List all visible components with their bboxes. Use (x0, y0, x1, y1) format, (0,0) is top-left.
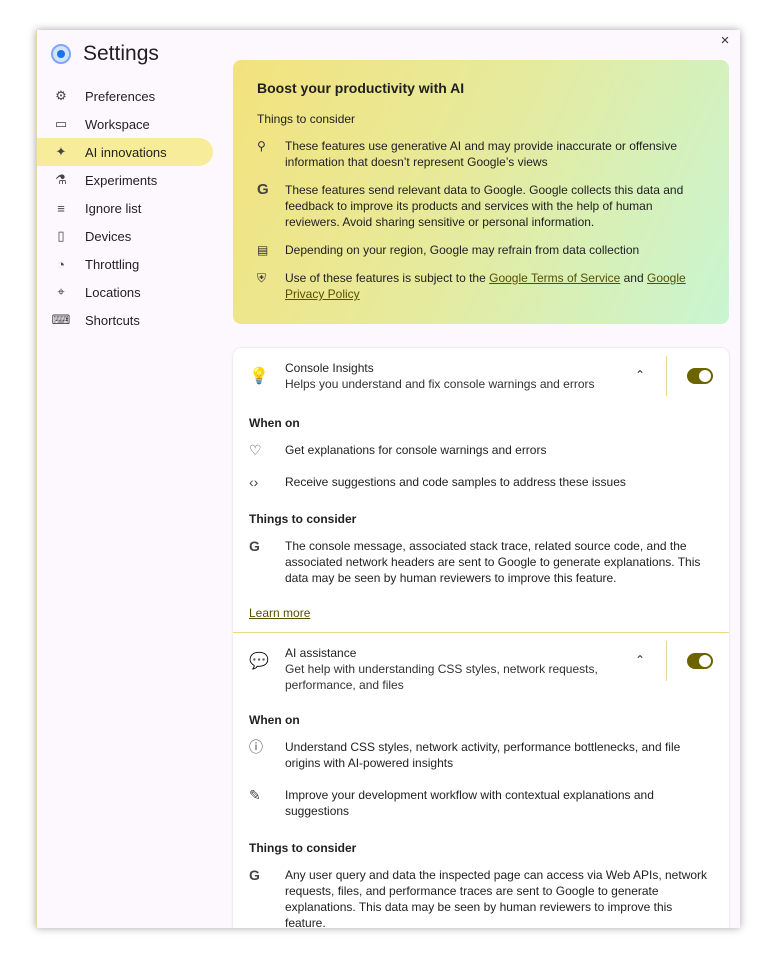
chevron-up-icon[interactable]: ⌃ (630, 653, 650, 667)
when-on-row: ‹› Receive suggestions and code samples … (233, 470, 729, 502)
when-on-row: ⓘ Understand CSS styles, network activit… (233, 735, 729, 783)
speedometer-icon: ◔ (57, 256, 65, 272)
consider-text: Any user query and data the inspected pa… (285, 868, 708, 928)
vertical-divider (666, 641, 667, 681)
terms-prefix: Use of these features is subject to the (285, 271, 490, 285)
vertical-divider (666, 356, 667, 396)
banner-row-text: Depending on your region, Google may ref… (285, 243, 640, 257)
console-insights-text: Console Insights Helps you understand an… (285, 360, 630, 392)
when-on-title: When on (249, 713, 300, 727)
ai-assistance-subtitle: Get help with understanding CSS styles, … (285, 662, 598, 692)
ai-assistance-text: AI assistance Get help with understandin… (285, 645, 630, 693)
sidebar-item-experiments[interactable]: ⚗ Experiments (37, 166, 213, 194)
when-on-text: Understand CSS styles, network activity,… (285, 740, 681, 770)
terms-middle: and (620, 271, 647, 285)
ai-assistance-toggle[interactable] (687, 653, 713, 669)
folder-icon: ▭ (54, 116, 68, 131)
sidebar-item-devices[interactable]: ▯ Devices (37, 222, 213, 250)
terms-of-service-link[interactable]: Google Terms of Service (489, 271, 620, 285)
main-content: Boost your productivity with AI Things t… (233, 30, 729, 928)
sidebar-item-label: AI innovations (85, 144, 167, 160)
ai-features-card: 💡 Console Insights Helps you understand … (233, 348, 729, 928)
when-on-row: ✎ Improve your development workflow with… (233, 783, 729, 831)
google-icon: G (257, 181, 269, 198)
consider-row: G The console message, associated stack … (233, 534, 729, 598)
sidebar-nav: ⚙ Preferences ▭ Workspace ✦ AI innovatio… (37, 82, 219, 334)
when-on-text: Receive suggestions and code samples to … (285, 475, 626, 489)
sidebar-item-workspace[interactable]: ▭ Workspace (37, 110, 213, 138)
settings-window: × Settings ⚙ Preferences ▭ Workspace ✦ A… (36, 30, 740, 928)
location-pin-icon: ⌖ (57, 284, 65, 299)
console-insights-toggle[interactable] (687, 368, 713, 384)
devices-icon: ▯ (57, 228, 65, 243)
when-on-row: ♡ Get explanations for console warnings … (233, 438, 729, 470)
banner-row-text: These features send relevant data to Goo… (285, 183, 684, 229)
ai-assistance-header[interactable]: 💬 AI assistance Get help with understand… (233, 633, 729, 703)
lightbulb-icon: ♡ (249, 442, 262, 458)
sidebar: Settings ⚙ Preferences ▭ Workspace ✦ AI … (37, 30, 219, 334)
chrome-logo-icon (51, 44, 71, 64)
sidebar-item-preferences[interactable]: ⚙ Preferences (37, 82, 213, 110)
things-to-consider-title: Things to consider (249, 512, 357, 526)
things-to-consider-title: Things to consider (249, 841, 357, 855)
gear-icon: ⚙ (55, 88, 67, 103)
chat-sparkle-icon: 💬 (249, 653, 269, 670)
info-icon: ⓘ (249, 739, 263, 755)
banner-subtitle: Things to consider (257, 112, 356, 126)
when-on-title: When on (249, 416, 300, 430)
consider-row: G Any user query and data the inspected … (233, 863, 729, 928)
code-icon: ‹› (249, 474, 259, 490)
banner-row-text: These features use generative AI and may… (285, 139, 678, 169)
sidebar-item-ignore-list[interactable]: ≡ Ignore list (37, 194, 213, 222)
console-insights-title: Console Insights (285, 361, 374, 375)
sidebar-item-label: Shortcuts (85, 312, 140, 328)
terms-text: Use of these features is subject to the … (285, 270, 705, 302)
keyboard-icon: ⌨ (51, 312, 71, 327)
sidebar-item-label: Locations (85, 284, 141, 300)
flask-icon: ⚗ (55, 172, 67, 187)
when-on-text: Get explanations for console warnings an… (285, 443, 547, 457)
sidebar-item-label: Devices (85, 228, 132, 244)
building-icon: ▤ (257, 243, 269, 257)
ai-banner: Boost your productivity with AI Things t… (233, 60, 729, 324)
sidebar-item-shortcuts[interactable]: ⌨ Shortcuts (37, 306, 213, 334)
ai-warning-icon: ⚲ (257, 139, 266, 153)
banner-row: ▤ Depending on your region, Google may r… (257, 242, 705, 258)
banner-row: ⚲ These features use generative AI and m… (257, 138, 705, 170)
learn-more-row: Learn more (233, 598, 729, 624)
learn-more-link[interactable]: Learn more (249, 606, 310, 620)
sidebar-item-ai-innovations[interactable]: ✦ AI innovations (37, 138, 213, 166)
sidebar-item-label: Workspace (85, 116, 150, 132)
banner-title: Boost your productivity with AI (257, 80, 465, 96)
banner-row-terms: ⛨ Use of these features is subject to th… (257, 270, 705, 302)
sidebar-item-label: Preferences (85, 88, 156, 104)
chevron-up-icon[interactable]: ⌃ (630, 368, 650, 382)
google-icon: G (249, 867, 260, 883)
list-remove-icon: ≡ (57, 200, 65, 216)
magic-pen-icon: ✎ (249, 787, 261, 803)
google-icon: G (249, 538, 260, 554)
lightbulb-sparkle-icon: 💡 (249, 368, 269, 385)
console-insights-subtitle: Helps you understand and fix console war… (285, 377, 595, 391)
sidebar-item-throttling[interactable]: ◔ Throttling (37, 250, 213, 278)
sidebar-item-label: Throttling (85, 256, 140, 272)
sidebar-item-label: Ignore list (85, 200, 142, 216)
sparkle-icon: ✦ (55, 144, 67, 159)
sidebar-item-label: Experiments (85, 172, 158, 188)
banner-row: G These features send relevant data to G… (257, 182, 705, 230)
sidebar-item-locations[interactable]: ⌖ Locations (37, 278, 213, 306)
ai-assistance-title: AI assistance (285, 646, 357, 660)
console-insights-header[interactable]: 💡 Console Insights Helps you understand … (233, 348, 729, 406)
policy-shield-icon: ⛨ (257, 271, 267, 285)
sidebar-header: Settings (37, 30, 219, 78)
page-title: Settings (83, 42, 159, 65)
consider-text: The console message, associated stack tr… (285, 539, 701, 585)
when-on-text: Improve your development workflow with c… (285, 788, 654, 818)
